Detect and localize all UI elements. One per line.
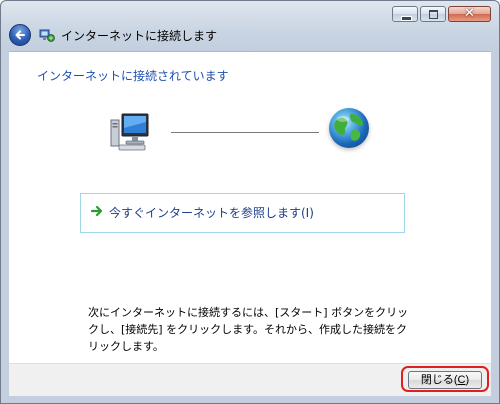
wizard-window: ✕ インターネットに接続します インターネットに接続されています 今すぐインター… [0,0,500,404]
button-bar: 閉じる(C) [9,363,491,396]
close-button-suffix: ) [465,374,470,386]
close-button[interactable]: 閉じる(C) [408,371,482,389]
window-title: インターネットに接続します [61,28,218,43]
minimize-button[interactable] [392,6,418,22]
close-icon: ✕ [464,6,475,21]
back-button[interactable] [9,24,31,46]
close-window-button[interactable]: ✕ [448,6,491,22]
browse-internet-link[interactable]: 今すぐインターネットを参照します(I) [80,193,405,233]
connection-diagram [109,108,379,154]
browse-internet-label: 今すぐインターネットを参照します(I) [109,206,314,220]
maximize-button[interactable] [420,6,446,22]
connection-line [171,132,319,133]
globe-icon [329,108,369,148]
wizard-content: インターネットに接続されています 今すぐインターネットを参照します(I) 次にイ… [9,51,491,364]
title-row: インターネットに接続します [9,23,217,47]
instructions-text: 次にインターネットに接続するには、[スタート] ボタンをクリッ クし、[接続先]… [88,304,409,355]
instructions-line: 次にインターネットに接続するには、[スタート] ボタンをクリッ [88,306,409,319]
green-arrow-icon [90,205,103,217]
maximize-icon [429,10,438,19]
window-controls: ✕ [390,6,491,22]
status-heading: インターネットに接続されています [37,69,229,83]
close-button-label: 閉じる( [420,374,458,386]
back-arrow-icon [15,30,25,40]
network-wizard-icon [39,27,55,43]
minimize-icon [401,16,412,21]
instructions-line: クし、[接続先] をクリックします。それから、作成した接続をク [88,323,407,336]
highlight-outline: 閉じる(C) [401,366,489,392]
instructions-line: リックします。 [88,340,164,353]
computer-icon [109,110,153,152]
